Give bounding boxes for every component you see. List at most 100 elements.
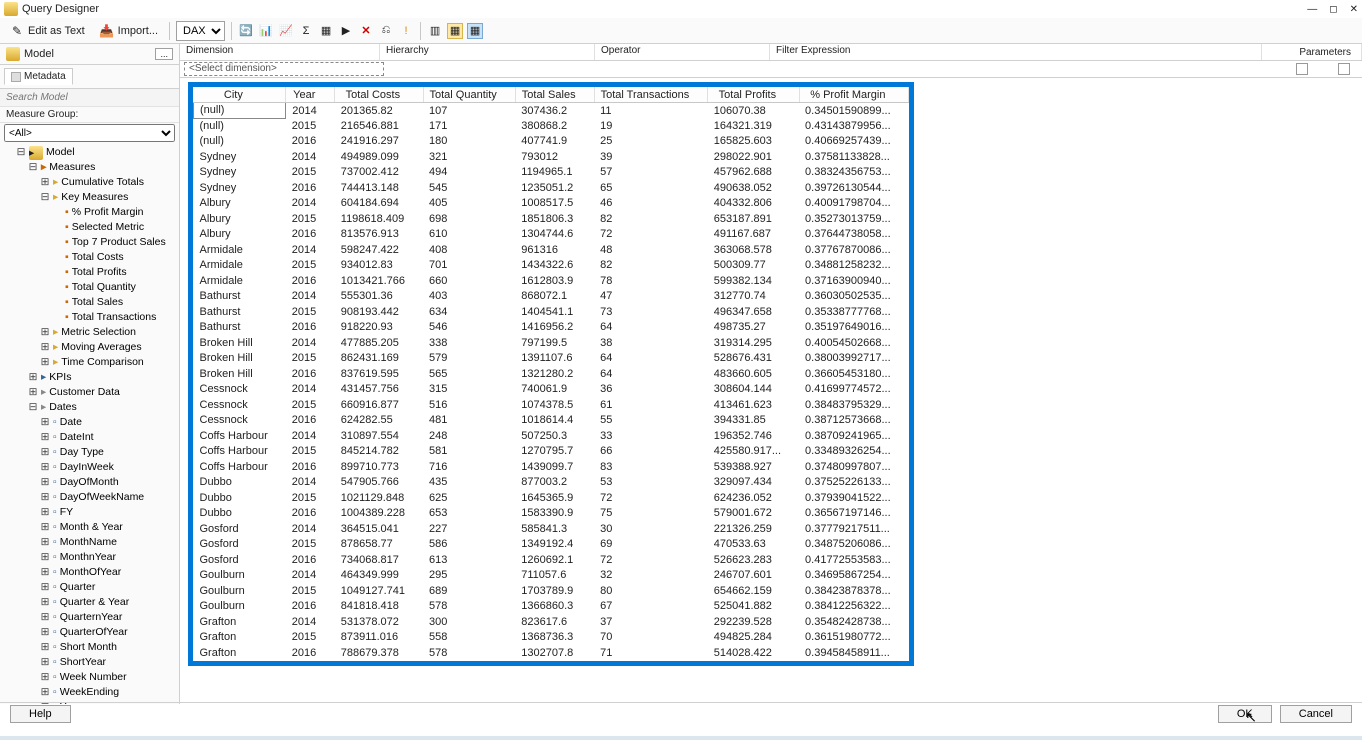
table-cell[interactable]: 107 xyxy=(423,103,515,119)
show-aggr-icon[interactable]: Σ xyxy=(298,23,314,39)
table-cell[interactable]: 80 xyxy=(594,583,708,599)
maximize-button[interactable]: ◻ xyxy=(1329,4,1337,15)
tree-date-item[interactable]: ⊞▫QuarterOfYear xyxy=(38,625,177,640)
table-row[interactable]: Grafton2016788679.3785781302707.87151402… xyxy=(194,645,909,661)
table-row[interactable]: Armidale2015934012.837011434322.68250030… xyxy=(194,258,909,274)
table-cell[interactable]: 490638.052 xyxy=(708,180,799,196)
table-row[interactable]: Cessnock2016624282.554811018614.45539433… xyxy=(194,413,909,429)
table-cell[interactable]: 0.40091798704... xyxy=(799,196,909,212)
table-cell[interactable]: 180 xyxy=(423,134,515,150)
results-table[interactable]: CityYearTotal CostsTotal QuantityTotal S… xyxy=(193,87,909,661)
table-cell[interactable]: 435 xyxy=(423,475,515,491)
table-cell[interactable]: 48 xyxy=(594,242,708,258)
table-cell[interactable]: 64 xyxy=(594,320,708,336)
table-cell[interactable]: 0.37163900940... xyxy=(799,273,909,289)
table-row[interactable]: Dubbo20151021129.8486251645365.972624236… xyxy=(194,490,909,506)
table-cell[interactable]: 2015 xyxy=(286,351,335,367)
table-cell[interactable]: (null) xyxy=(194,103,286,119)
tree-date-item[interactable]: ⊞▫DayInWeek xyxy=(38,460,177,475)
table-cell[interactable]: 315 xyxy=(423,382,515,398)
table-cell[interactable]: 2015 xyxy=(286,211,335,227)
table-cell[interactable]: 300 xyxy=(423,614,515,630)
table-cell[interactable]: 407741.9 xyxy=(515,134,594,150)
tree-date-item[interactable]: ⊞▫DateInt xyxy=(38,430,177,445)
table-cell[interactable]: Dubbo xyxy=(194,506,286,522)
table-row[interactable]: Coffs Harbour2014310897.554248507250.333… xyxy=(194,428,909,444)
table-cell[interactable]: 2015 xyxy=(286,118,335,134)
table-row[interactable]: Broken Hill2015862431.1695791391107.6645… xyxy=(194,351,909,367)
table-cell[interactable]: 1008517.5 xyxy=(515,196,594,212)
tree-dates[interactable]: ⊟▸Dates xyxy=(26,400,177,415)
table-cell[interactable]: 405 xyxy=(423,196,515,212)
table-cell[interactable]: 72 xyxy=(594,227,708,243)
search-input[interactable] xyxy=(0,89,179,106)
table-cell[interactable]: 0.43143879956... xyxy=(799,118,909,134)
expander-icon[interactable]: ⊞ xyxy=(40,340,50,355)
table-cell[interactable]: Albury xyxy=(194,196,286,212)
table-cell[interactable]: 0.37644738058... xyxy=(799,227,909,243)
table-cell[interactable]: 164321.319 xyxy=(708,118,799,134)
table-row[interactable]: Goulburn2016841818.4185781366860.3675250… xyxy=(194,599,909,615)
table-cell[interactable]: 961316 xyxy=(515,242,594,258)
table-cell[interactable]: Armidale xyxy=(194,242,286,258)
table-cell[interactable]: 0.40669257439... xyxy=(799,134,909,150)
table-cell[interactable]: 38 xyxy=(594,335,708,351)
table-cell[interactable]: 308604.144 xyxy=(708,382,799,398)
table-cell[interactable]: 579001.672 xyxy=(708,506,799,522)
table-cell[interactable]: 634 xyxy=(423,304,515,320)
table-cell[interactable]: 431457.756 xyxy=(335,382,423,398)
select-dimension-cell[interactable]: <Select dimension> xyxy=(184,62,384,76)
table-row[interactable]: Cessnock2014431457.756315740061.93630860… xyxy=(194,382,909,398)
table-cell[interactable]: 298022.901 xyxy=(708,149,799,165)
table-cell[interactable]: 1018614.4 xyxy=(515,413,594,429)
table-cell[interactable]: 862431.169 xyxy=(335,351,423,367)
table-cell[interactable]: Armidale xyxy=(194,273,286,289)
table-cell[interactable]: 39 xyxy=(594,149,708,165)
table-row[interactable]: Broken Hill2016837619.5955651321280.2644… xyxy=(194,366,909,382)
table-cell[interactable]: 494989.099 xyxy=(335,149,423,165)
table-cell[interactable]: 248 xyxy=(423,428,515,444)
table-cell[interactable]: Cessnock xyxy=(194,413,286,429)
table-cell[interactable]: 57 xyxy=(594,165,708,181)
table-row[interactable]: Armidale2014598247.42240896131648363068.… xyxy=(194,242,909,258)
table-cell[interactable]: 1416956.2 xyxy=(515,320,594,336)
tree-date-item[interactable]: ⊞▫Short Month xyxy=(38,640,177,655)
table-cell[interactable]: 0.34695867254... xyxy=(799,568,909,584)
table-cell[interactable]: Broken Hill xyxy=(194,351,286,367)
table-cell[interactable]: 823617.6 xyxy=(515,614,594,630)
table-cell[interactable]: 877003.2 xyxy=(515,475,594,491)
language-select[interactable]: DAX xyxy=(176,21,225,41)
execute-icon[interactable]: ! xyxy=(398,23,414,39)
table-cell[interactable]: 2016 xyxy=(286,366,335,382)
table-cell[interactable]: 837619.595 xyxy=(335,366,423,382)
table-cell[interactable]: 660 xyxy=(423,273,515,289)
table-cell[interactable]: 310897.554 xyxy=(335,428,423,444)
param-checkbox-1[interactable] xyxy=(1296,63,1308,75)
auto-exec-icon[interactable]: ▶ xyxy=(338,23,354,39)
table-cell[interactable]: 246707.601 xyxy=(708,568,799,584)
table-row[interactable]: Goulburn20151049127.7416891703789.980654… xyxy=(194,583,909,599)
tree-measure-item[interactable]: ▪Total Sales xyxy=(50,295,177,310)
table-cell[interactable]: 1235051.2 xyxy=(515,180,594,196)
table-cell[interactable]: Dubbo xyxy=(194,490,286,506)
table-cell[interactable]: 0.36030502535... xyxy=(799,289,909,305)
minimize-button[interactable]: — xyxy=(1307,4,1317,15)
table-cell[interactable]: 2016 xyxy=(286,599,335,615)
table-cell[interactable]: 0.34875206086... xyxy=(799,537,909,553)
table-cell[interactable]: 2015 xyxy=(286,537,335,553)
table-cell[interactable]: 740061.9 xyxy=(515,382,594,398)
table-cell[interactable]: 2015 xyxy=(286,444,335,460)
table-cell[interactable]: 47 xyxy=(594,289,708,305)
table-cell[interactable]: 312770.74 xyxy=(708,289,799,305)
table-row[interactable]: Gosford2015878658.775861349192.469470533… xyxy=(194,537,909,553)
table-cell[interactable]: 464349.999 xyxy=(335,568,423,584)
tab-metadata[interactable]: Metadata xyxy=(4,68,73,85)
expander-icon[interactable]: ⊞ xyxy=(40,355,50,370)
table-row[interactable]: (null)2015216546.881171380868.219164321.… xyxy=(194,118,909,134)
table-cell[interactable]: 1321280.2 xyxy=(515,366,594,382)
table-cell[interactable]: 0.38483795329... xyxy=(799,397,909,413)
parameters-icon[interactable]: ▦ xyxy=(467,23,483,39)
data-container[interactable]: CityYearTotal CostsTotal QuantityTotal S… xyxy=(180,77,1362,704)
close-button[interactable]: ✕ xyxy=(1350,4,1358,15)
table-cell[interactable]: 610 xyxy=(423,227,515,243)
